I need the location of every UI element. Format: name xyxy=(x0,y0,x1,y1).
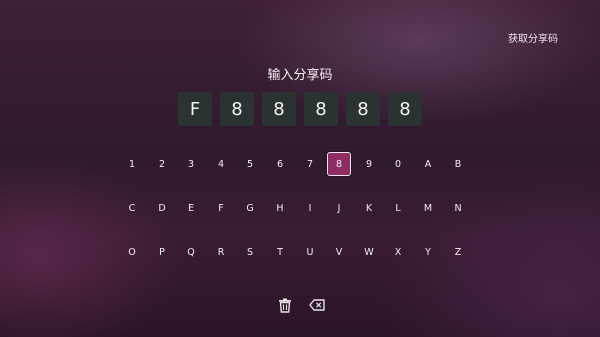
get-share-code-link[interactable]: 获取分享码 xyxy=(508,30,558,45)
trash-icon xyxy=(279,298,291,313)
key-k[interactable]: K xyxy=(357,196,381,220)
key-9[interactable]: 9 xyxy=(357,152,381,176)
key-i[interactable]: I xyxy=(298,196,322,220)
key-h[interactable]: H xyxy=(268,196,292,220)
key-5[interactable]: 5 xyxy=(238,152,262,176)
key-l[interactable]: L xyxy=(386,196,410,220)
clear-button[interactable] xyxy=(274,294,296,316)
key-g[interactable]: G xyxy=(238,196,262,220)
key-b[interactable]: B xyxy=(446,152,470,176)
key-4[interactable]: 4 xyxy=(209,152,233,176)
key-o[interactable]: O xyxy=(120,240,144,264)
page-title: 输入分享码 xyxy=(267,68,333,83)
key-d[interactable]: D xyxy=(150,196,174,220)
share-code-display: F 8 8 8 8 8 xyxy=(178,92,422,126)
key-7[interactable]: 7 xyxy=(298,152,322,176)
code-digit-4: 8 xyxy=(304,92,338,126)
key-v[interactable]: V xyxy=(327,240,351,264)
key-s[interactable]: S xyxy=(238,240,262,264)
key-t[interactable]: T xyxy=(268,240,292,264)
code-digit-6: 8 xyxy=(388,92,422,126)
key-a[interactable]: A xyxy=(416,152,440,176)
backspace-icon xyxy=(309,299,325,311)
key-n[interactable]: N xyxy=(446,196,470,220)
key-f[interactable]: F xyxy=(209,196,233,220)
key-0[interactable]: 0 xyxy=(386,152,410,176)
key-p[interactable]: P xyxy=(150,240,174,264)
key-j[interactable]: J xyxy=(327,196,351,220)
key-e[interactable]: E xyxy=(179,196,203,220)
code-digit-2: 8 xyxy=(220,92,254,126)
key-c[interactable]: C xyxy=(120,196,144,220)
key-8[interactable]: 8 xyxy=(327,152,351,176)
code-digit-3: 8 xyxy=(262,92,296,126)
key-w[interactable]: W xyxy=(357,240,381,264)
key-2[interactable]: 2 xyxy=(150,152,174,176)
key-6[interactable]: 6 xyxy=(268,152,292,176)
key-r[interactable]: R xyxy=(209,240,233,264)
key-u[interactable]: U xyxy=(298,240,322,264)
key-x[interactable]: X xyxy=(386,240,410,264)
key-3[interactable]: 3 xyxy=(179,152,203,176)
backspace-button[interactable] xyxy=(306,294,328,316)
code-digit-1: F xyxy=(178,92,212,126)
key-m[interactable]: M xyxy=(416,196,440,220)
key-1[interactable]: 1 xyxy=(120,152,144,176)
key-q[interactable]: Q xyxy=(179,240,203,264)
key-y[interactable]: Y xyxy=(416,240,440,264)
key-z[interactable]: Z xyxy=(446,240,470,264)
code-digit-5: 8 xyxy=(346,92,380,126)
